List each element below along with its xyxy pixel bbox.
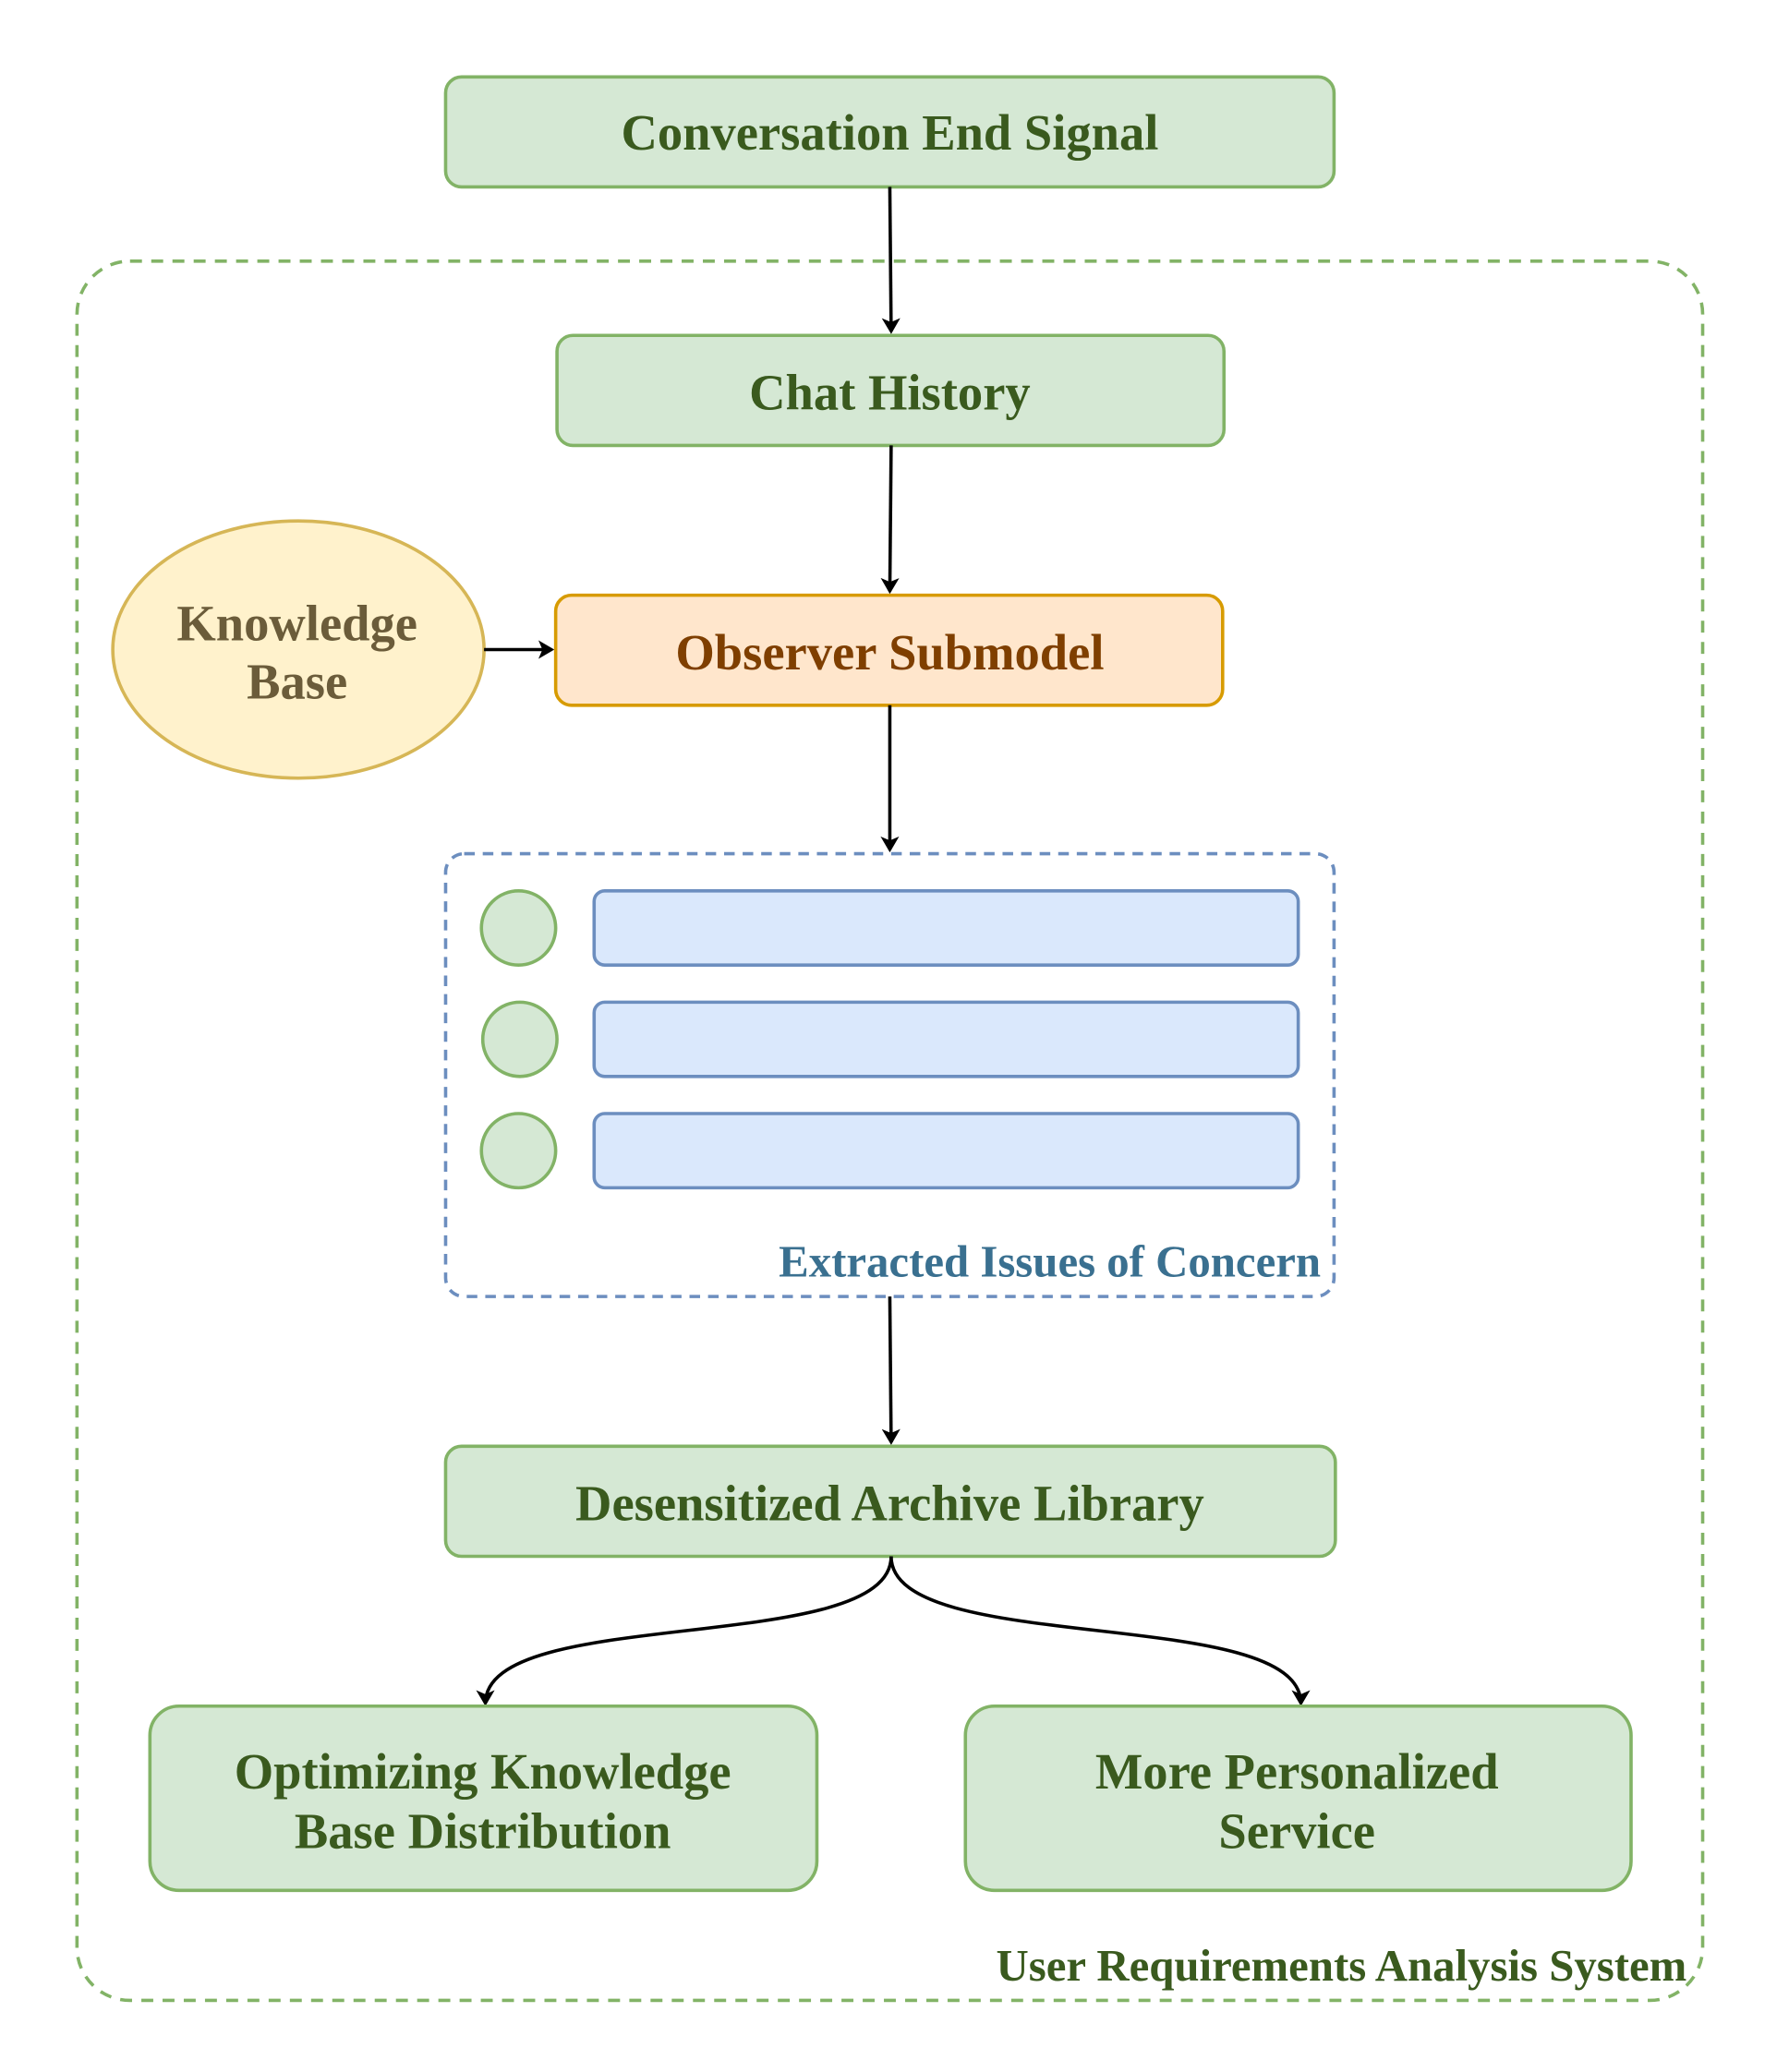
personalized-line-1: More Personalized bbox=[1095, 1743, 1499, 1800]
knowledge-base-line-2: Base bbox=[247, 654, 347, 710]
system-label: User Requirements Analysis System bbox=[997, 1941, 1687, 1991]
diagram: User Requirements Analysis System Conver… bbox=[75, 75, 1705, 2003]
archive-library-node: Desensitized Archive Library bbox=[443, 1444, 1337, 1559]
observer-submodel-node: Observer Submodel bbox=[553, 593, 1225, 707]
archive-label: Desensitized Archive Library bbox=[575, 1476, 1204, 1532]
signal-label: Conversation End Signal bbox=[621, 104, 1158, 161]
personalized-line-2: Service bbox=[1218, 1802, 1375, 1859]
optimizing-line-2: Base Distribution bbox=[295, 1802, 671, 1859]
arrow-archive-to-personalized bbox=[889, 1556, 1311, 1706]
observer-label: Observer Submodel bbox=[675, 624, 1104, 681]
knowledge-base-line-1: Knowledge bbox=[176, 595, 417, 651]
knowledge-base-node: Knowledge Base bbox=[111, 519, 486, 780]
optimizing-kb-node: Optimizing Knowledge Base Distribution bbox=[148, 1704, 819, 1893]
conversation-end-signal-node: Conversation End Signal bbox=[443, 75, 1336, 189]
arrow-issues-to-archive bbox=[881, 1296, 901, 1445]
arrow-archive-to-optimizing bbox=[476, 1556, 893, 1706]
chat-history-node: Chat History bbox=[555, 333, 1227, 448]
chat-history-label: Chat History bbox=[749, 365, 1031, 421]
issues-label: Extracted Issues of Concern bbox=[779, 1237, 1321, 1287]
arrow-history-to-observer bbox=[880, 445, 900, 595]
extracted-issues-group: Extracted Issues of Concern bbox=[443, 851, 1336, 1298]
optimizing-line-1: Optimizing Knowledge bbox=[235, 1743, 731, 1800]
arrow-signal-to-history bbox=[881, 187, 901, 334]
personalized-service-node: More Personalized Service bbox=[963, 1704, 1633, 1893]
